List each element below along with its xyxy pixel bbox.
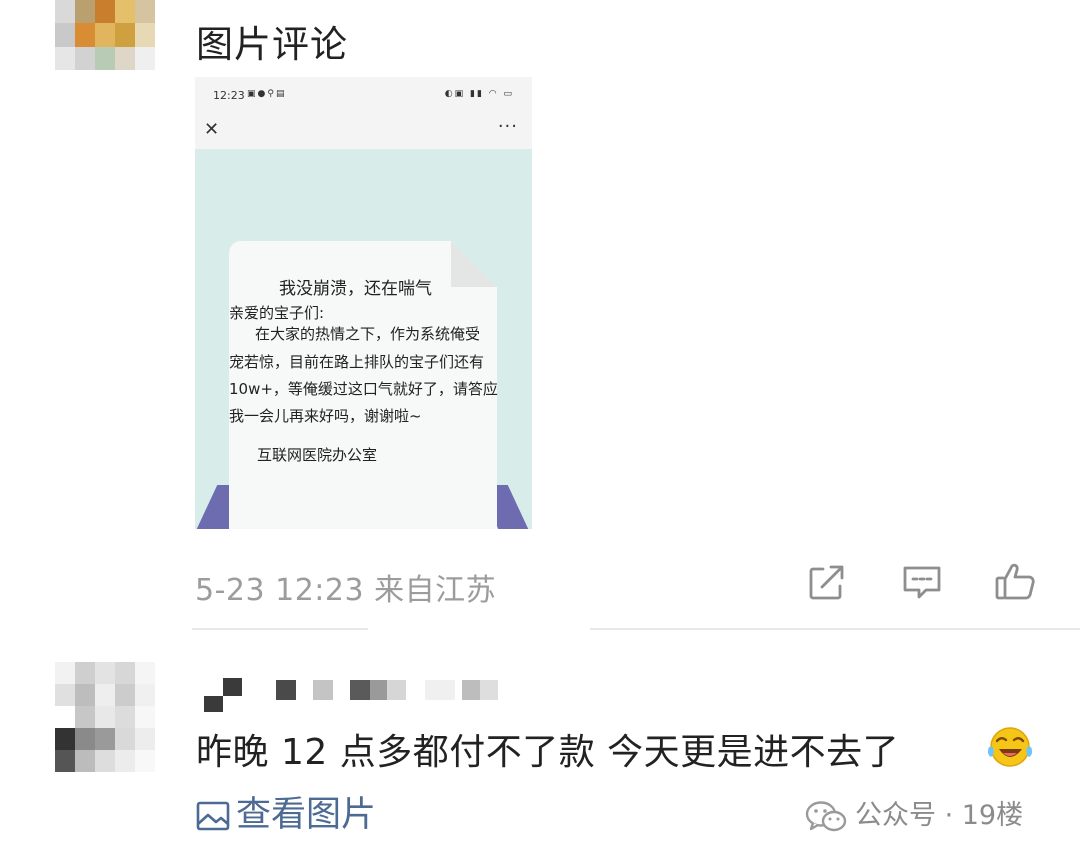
notification-icons: ▣●⚲▤ [247, 89, 287, 99]
avatar-pixel [135, 728, 155, 750]
notice-title: 我没崩溃，还在喘气 [279, 279, 432, 299]
avatar-pixel [55, 684, 75, 706]
source-label: 公众号 · 19楼 [855, 800, 1024, 831]
avatar-pixel [95, 728, 115, 750]
comment-text: 昨晚 12 点多都付不了款 今天更是进不去了 [196, 732, 900, 773]
notice-greeting: 亲爱的宝子们: [229, 304, 325, 322]
image-icon [196, 801, 230, 831]
username-redacted [350, 680, 406, 700]
avatar[interactable] [55, 662, 155, 772]
avatar-pixel [75, 684, 95, 706]
username-redacted[interactable] [204, 678, 242, 712]
comment-button[interactable] [900, 560, 944, 604]
notice-line: 10w+，等俺缓过这口气就好了，请答应 [229, 380, 498, 398]
avatar-pixel [95, 706, 115, 728]
avatar-pixel [95, 662, 115, 684]
avatar-pixel [135, 750, 155, 772]
comment-icon [903, 566, 941, 599]
avatar-pixel [75, 0, 95, 24]
comment-text: 图片评论 [196, 23, 348, 66]
share-button[interactable] [805, 560, 849, 604]
avatar-pixel [95, 0, 115, 24]
phone-status-bar: 12:23 ▣●⚲▤ ◐▣ ▮▮ ◠ ▭ [195, 77, 532, 115]
username-redacted [276, 680, 296, 700]
avatar-pixel [55, 0, 75, 24]
divider [192, 628, 368, 630]
avatar-pixel [75, 662, 95, 684]
avatar-pixel [75, 706, 95, 728]
username-redacted [462, 680, 498, 700]
close-icon: ✕ [204, 119, 220, 140]
view-pictures-label: 查看图片 [236, 795, 377, 835]
notice-line: 我一会儿再来好吗，谢谢啦~ [229, 407, 422, 425]
avatar-pixel [55, 706, 75, 728]
avatar[interactable] [55, 0, 155, 70]
share-icon [809, 565, 844, 600]
signal-battery-icons: ◐▣ ▮▮ ◠ ▭ [444, 89, 514, 99]
notice-line: 在大家的热情之下，作为系统俺受 [255, 325, 481, 343]
avatar-pixel [75, 23, 95, 47]
avatar-pixel [115, 684, 135, 706]
avatar-pixel [75, 750, 95, 772]
like-button[interactable] [993, 560, 1037, 604]
divider [590, 628, 1080, 630]
avatar-pixel [115, 706, 135, 728]
avatar-pixel [135, 706, 155, 728]
phone-nav-bar: ✕ ··· [195, 115, 532, 149]
username-redacted [425, 680, 455, 700]
avatar-pixel [95, 684, 115, 706]
notice-signature: 互联网医院办公室 [257, 446, 378, 464]
avatar-pixel [135, 46, 155, 70]
thumbs-up-icon [995, 563, 1035, 600]
avatar-pixel [95, 750, 115, 772]
avatar-pixel [115, 23, 135, 47]
username-redacted-blocks [204, 678, 242, 712]
avatar-pixel [135, 662, 155, 684]
view-pictures-link[interactable]: 查看图片 [196, 786, 376, 837]
notice-line: 宠若惊，目前在路上排队的宝子们还有 [229, 353, 485, 371]
avatar-pixel [135, 0, 155, 24]
watermark-source: 公众号 · 19楼 [805, 793, 1023, 834]
avatar-pixel [115, 0, 135, 24]
avatar-pixel [95, 46, 115, 70]
wechat-icon [805, 800, 847, 831]
avatar-pixel [55, 23, 75, 47]
avatar-pixel [55, 728, 75, 750]
avatar-pixel [115, 750, 135, 772]
comment-meta: 5-23 12:23 来自江苏 [195, 573, 497, 608]
avatar-pixel [115, 728, 135, 750]
comment-image[interactable]: 12:23 ▣●⚲▤ ◐▣ ▮▮ ◠ ▭ ✕ ··· 我没崩溃，还在喘气 亲爱的… [195, 77, 532, 529]
avatar-pixel [135, 23, 155, 47]
avatar-pixel [55, 750, 75, 772]
more-icon: ··· [497, 116, 518, 137]
username-redacted [313, 680, 333, 700]
avatar-pixel [75, 728, 95, 750]
avatar-pixel [55, 662, 75, 684]
status-time: 12:23 [213, 89, 245, 102]
laughing-crying-emoji [987, 727, 1033, 767]
avatar-pixel [115, 662, 135, 684]
avatar-pixel [95, 23, 115, 47]
avatar-pixel [115, 46, 135, 70]
paper-fold [451, 241, 497, 287]
avatar-pixel [55, 46, 75, 70]
avatar-pixel [135, 684, 155, 706]
avatar-pixel [75, 46, 95, 70]
